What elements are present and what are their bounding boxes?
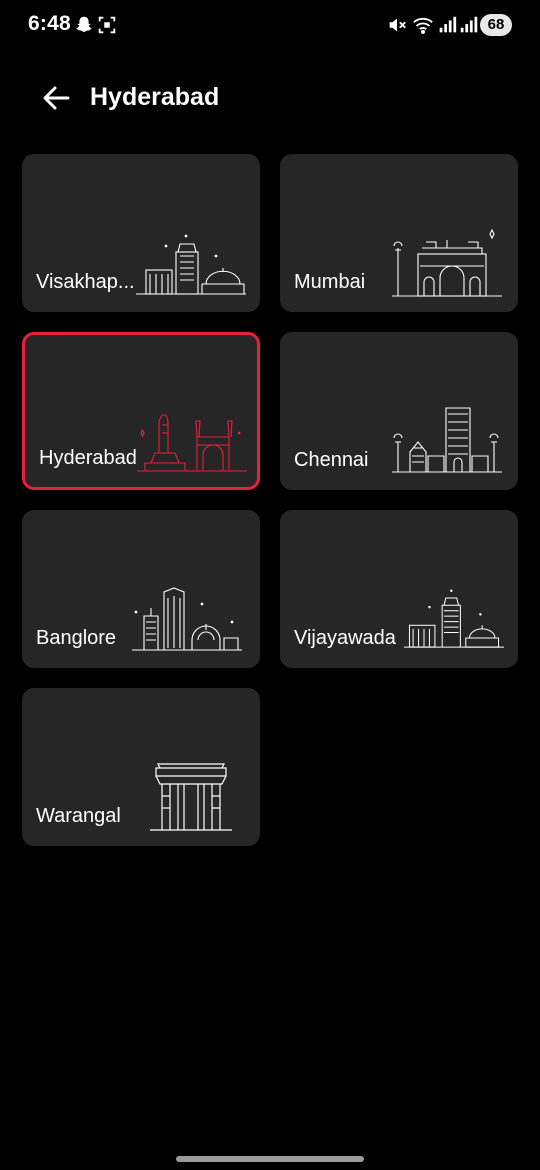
back-button[interactable] bbox=[38, 80, 74, 116]
city-card-chennai[interactable]: Chennai bbox=[280, 332, 518, 490]
header: Hyderabad bbox=[0, 70, 540, 130]
city-label: Visakhap... bbox=[36, 271, 135, 293]
signal-icon bbox=[436, 14, 458, 36]
charminar-skyline-icon bbox=[137, 403, 247, 475]
arrow-left-icon bbox=[43, 86, 70, 110]
temple-gopuram-icon bbox=[392, 404, 502, 476]
wifi-icon bbox=[412, 14, 434, 36]
city-label: Warangal bbox=[36, 805, 121, 827]
gateway-of-india-icon bbox=[392, 226, 502, 298]
battery-indicator: 68 bbox=[480, 14, 512, 36]
signal-icon bbox=[458, 14, 480, 36]
snapchat-icon bbox=[73, 14, 95, 36]
city-label: Banglore bbox=[36, 627, 117, 649]
home-indicator[interactable] bbox=[176, 1156, 364, 1162]
city-label: Vijayawada bbox=[294, 627, 396, 649]
status-time: 6:48 bbox=[28, 12, 71, 35]
city-card-hyderabad[interactable]: Hyderabad bbox=[22, 332, 260, 490]
vijayawada-skyline-icon bbox=[404, 582, 504, 654]
city-card-mumbai[interactable]: Mumbai bbox=[280, 154, 518, 312]
city-card-warangal[interactable]: Warangal bbox=[22, 688, 260, 846]
city-card-vijayawada[interactable]: Vijayawada bbox=[280, 510, 518, 668]
screenshot-icon bbox=[96, 14, 118, 36]
kakatiya-arch-icon bbox=[150, 760, 232, 832]
city-card-visakhapatnam[interactable]: Visakhap... bbox=[22, 154, 260, 312]
city-card-banglore[interactable]: Banglore bbox=[22, 510, 260, 668]
city-label: Chennai bbox=[294, 449, 369, 471]
city-label: Hyderabad bbox=[39, 447, 137, 469]
status-bar: 6:48 68 bbox=[0, 0, 540, 52]
city-label: Mumbai bbox=[294, 271, 366, 293]
mute-icon bbox=[386, 14, 408, 36]
page-title: Hyderabad bbox=[90, 83, 220, 111]
bangalore-skyline-icon bbox=[132, 582, 242, 654]
vizag-skyline-icon bbox=[136, 226, 246, 298]
